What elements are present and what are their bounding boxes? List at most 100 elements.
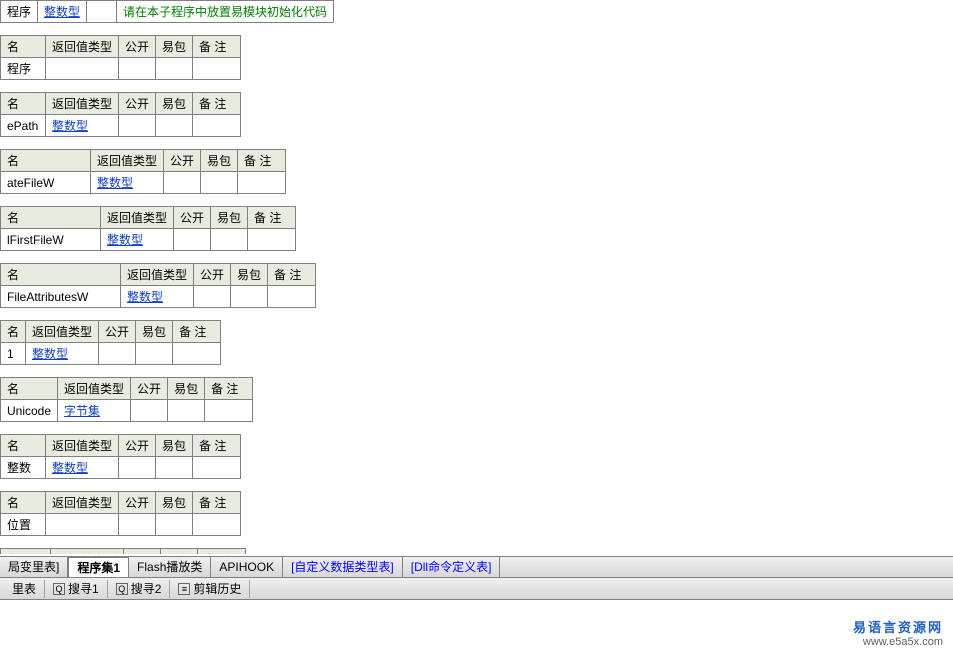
col-rettype-header: 返回值类型 (91, 150, 164, 172)
func-block: 程序 整数型 请在本子程序中放置易模块初始化代码 (0, 0, 953, 23)
status-search-1[interactable]: Q 搜寻1 (45, 580, 108, 598)
pkg-cell[interactable] (136, 343, 173, 365)
remark-cell[interactable] (205, 400, 253, 422)
pkg-cell[interactable] (156, 58, 193, 80)
public-cell[interactable] (99, 343, 136, 365)
type-cell[interactable]: 整数型 (26, 343, 99, 365)
col-public-header: 公开 (119, 36, 156, 58)
tab-apihook[interactable]: APIHOOK (211, 557, 283, 577)
tab-dll-commands[interactable]: [Dll命令定义表] (403, 557, 501, 577)
empty-cell (87, 1, 117, 23)
col-rettype-header: 返回值类型 (46, 36, 119, 58)
col-remark-header: 备 注 (173, 321, 221, 343)
remark-cell[interactable] (193, 457, 241, 479)
tab-flash-play[interactable]: Flash播放类 (129, 557, 211, 577)
public-cell[interactable] (119, 115, 156, 137)
col-pkg-header: 易包 (156, 36, 193, 58)
public-cell[interactable] (119, 457, 156, 479)
status-label: 搜寻1 (68, 580, 99, 597)
status-clip-history[interactable]: ≡ 剪辑历史 (170, 580, 250, 598)
footer: 易语言资源网 www.e5a5x.com (853, 617, 943, 648)
col-rettype-header: 返回值类型 (121, 264, 194, 286)
function-table: 程序 整数型 请在本子程序中放置易模块初始化代码 (0, 0, 334, 23)
pkg-cell[interactable] (231, 286, 268, 308)
remark-cell[interactable] (173, 343, 221, 365)
table-row[interactable]: 整数 整数型 (1, 457, 241, 479)
search-icon: Q (116, 583, 128, 595)
tab-global-vars[interactable]: 局变里表] (0, 557, 68, 577)
name-cell[interactable]: lFirstFileW (1, 229, 101, 251)
type-cell[interactable]: 整数型 (46, 115, 119, 137)
function-table: 名 返回值类型 公开 易包 备 注 ePath 整数型 (0, 92, 241, 137)
table-row[interactable]: ePath 整数型 (1, 115, 241, 137)
remark-cell[interactable] (238, 172, 286, 194)
col-public-header: 公开 (174, 207, 211, 229)
name-cell[interactable]: ePath (1, 115, 46, 137)
table-row[interactable]: ateFileW 整数型 (1, 172, 286, 194)
public-cell[interactable] (164, 172, 201, 194)
col-remark-header: 备 注 (248, 207, 296, 229)
status-label: 剪辑历史 (193, 580, 241, 597)
status-search-2[interactable]: Q 搜寻2 (108, 580, 171, 598)
remark-cell[interactable] (193, 514, 241, 536)
func-block: 名 返回值类型 公开 易包 备 注 lFirstFileW 整数型 (0, 206, 953, 251)
func-block: 名 返回值类型 公开 易包 备 注 整数 整数型 (0, 434, 953, 479)
pkg-cell[interactable] (168, 400, 205, 422)
pkg-cell[interactable] (156, 514, 193, 536)
func-block: 名 返回值类型 公开 易包 备 注 ateFileW 整数型 (0, 149, 953, 194)
name-cell[interactable]: Unicode (1, 400, 58, 422)
table-row[interactable]: 1 整数型 (1, 343, 221, 365)
public-cell[interactable] (131, 400, 168, 422)
col-rettype-header: 返回值类型 (26, 321, 99, 343)
name-cell[interactable]: 整数 (1, 457, 46, 479)
pkg-cell[interactable] (211, 229, 248, 251)
table-row[interactable]: FileAttributesW 整数型 (1, 286, 316, 308)
col-public-header: 公开 (124, 549, 161, 555)
col-public-header: 公开 (164, 150, 201, 172)
function-table: 名 返回值类型 公开 易包 备 注 程序1_ 整数型 (0, 548, 246, 554)
col-rettype-header: 返回值类型 (46, 93, 119, 115)
pkg-cell[interactable] (156, 115, 193, 137)
type-cell[interactable]: 整数型 (46, 457, 119, 479)
name-cell[interactable]: 位置 (1, 514, 46, 536)
col-pkg-header: 易包 (211, 207, 248, 229)
col-pkg-header: 易包 (156, 492, 193, 514)
remark-cell[interactable] (248, 229, 296, 251)
status-var-table[interactable]: 里表 (4, 580, 45, 598)
public-cell[interactable] (119, 514, 156, 536)
remark-cell[interactable] (193, 58, 241, 80)
name-cell[interactable]: 1 (1, 343, 26, 365)
pkg-cell[interactable] (201, 172, 238, 194)
type-cell[interactable]: 字节集 (58, 400, 131, 422)
type-cell[interactable]: 整数型 (38, 1, 87, 23)
name-cell[interactable]: FileAttributesW (1, 286, 121, 308)
name-cell[interactable]: ateFileW (1, 172, 91, 194)
table-row[interactable]: 位置 (1, 514, 241, 536)
type-cell[interactable]: 整数型 (91, 172, 164, 194)
type-cell[interactable] (46, 58, 119, 80)
type-cell[interactable] (46, 514, 119, 536)
tab-custom-datatypes[interactable]: [自定义数据类型表] (283, 557, 403, 577)
table-header-row: 名 返回值类型 公开 易包 备 注 (1, 492, 241, 514)
table-row[interactable]: Unicode 字节集 (1, 400, 253, 422)
tab-bar: 局变里表] 程序集1 Flash播放类 APIHOOK [自定义数据类型表] [… (0, 556, 953, 578)
table-row[interactable]: lFirstFileW 整数型 (1, 229, 296, 251)
remark-cell[interactable] (268, 286, 316, 308)
type-cell[interactable]: 整数型 (101, 229, 174, 251)
col-remark-header: 备 注 (205, 378, 253, 400)
tab-program-set-1[interactable]: 程序集1 (68, 557, 129, 577)
pkg-cell[interactable] (156, 457, 193, 479)
col-public-header: 公开 (119, 93, 156, 115)
col-pkg-header: 易包 (161, 549, 198, 555)
public-cell[interactable] (119, 58, 156, 80)
name-cell[interactable]: 程序 (1, 58, 46, 80)
col-public-header: 公开 (119, 492, 156, 514)
footer-url: www.e5a5x.com (853, 636, 943, 648)
public-cell[interactable] (194, 286, 231, 308)
remark-cell[interactable] (193, 115, 241, 137)
table-row[interactable]: 程序 整数型 请在本子程序中放置易模块初始化代码 (1, 1, 334, 23)
type-cell[interactable]: 整数型 (121, 286, 194, 308)
table-row[interactable]: 程序 (1, 58, 241, 80)
col-remark-header: 备 注 (193, 36, 241, 58)
public-cell[interactable] (174, 229, 211, 251)
